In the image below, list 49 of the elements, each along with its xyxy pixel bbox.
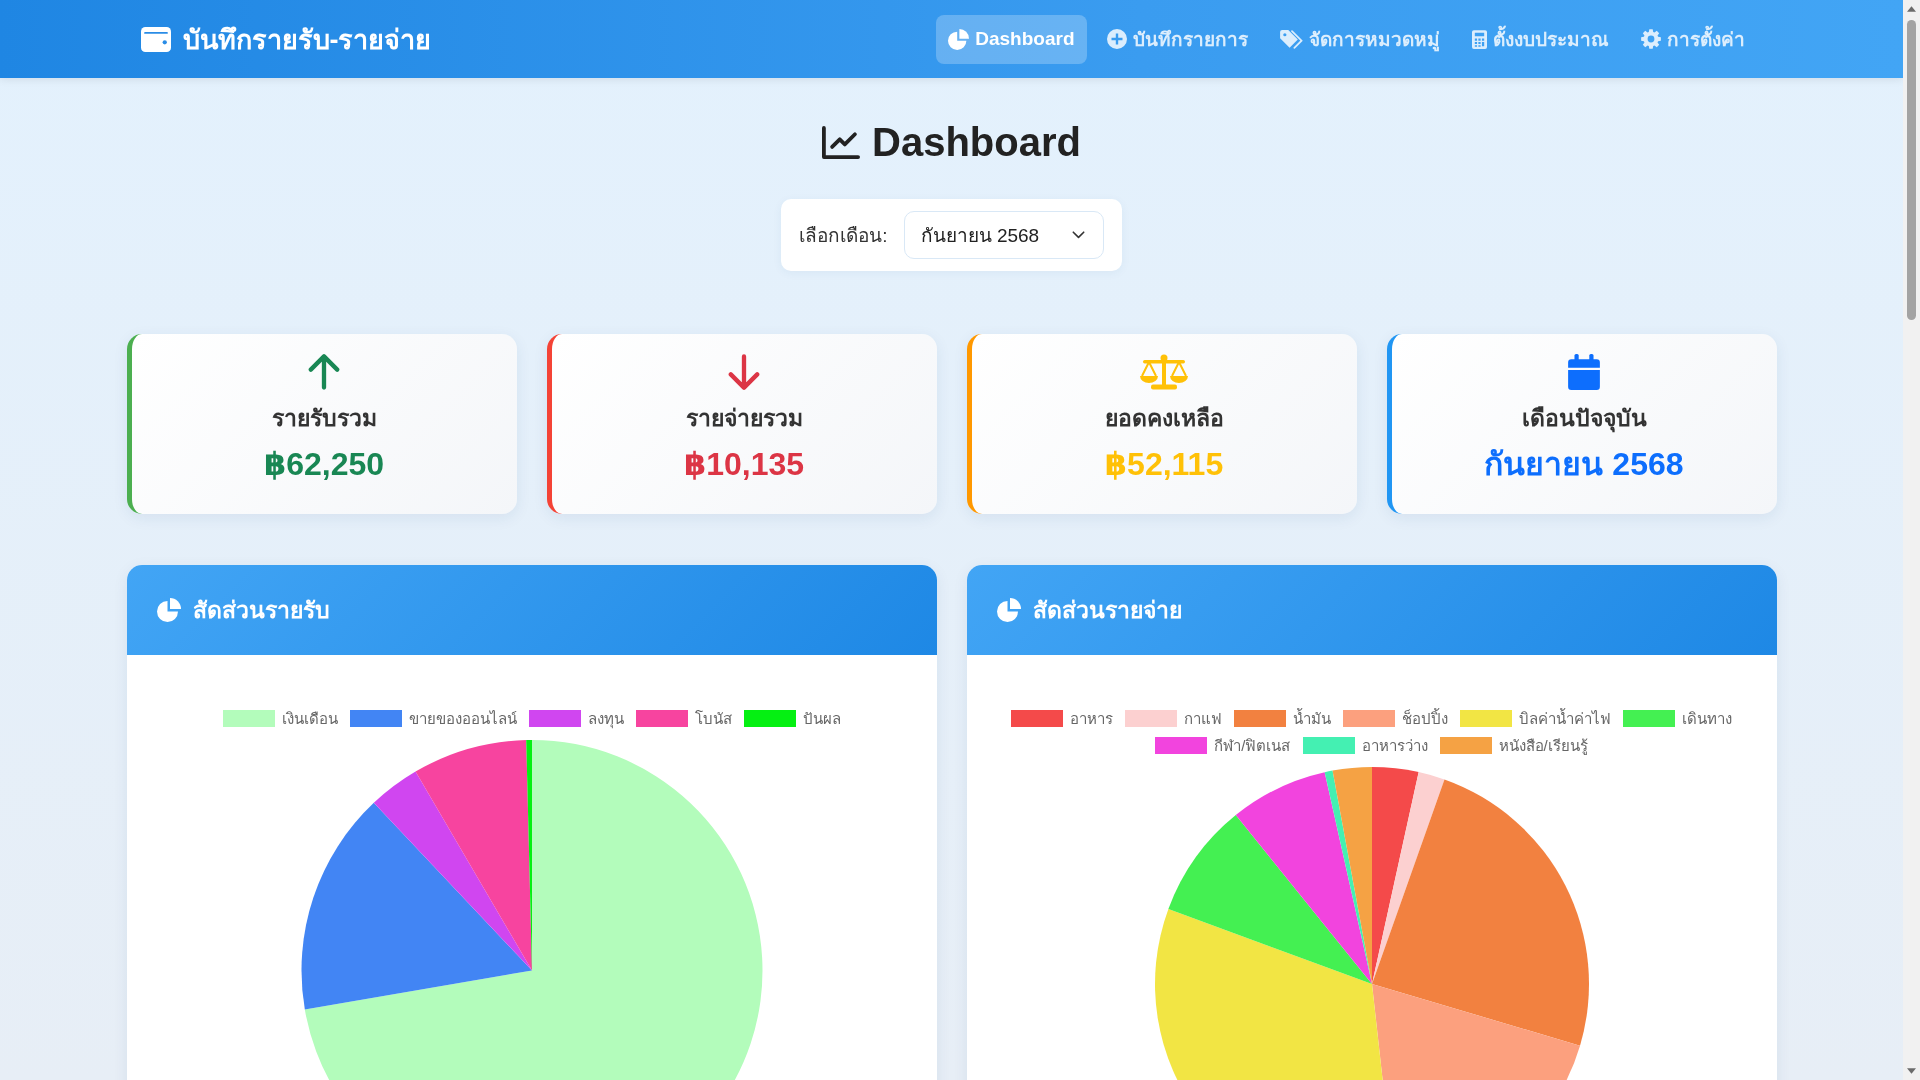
pie-chart-icon <box>996 598 1021 622</box>
card-title: เดือนปัจจุบัน <box>1521 404 1647 434</box>
pie-chart-icon <box>948 28 970 50</box>
legend-label: เงินเดือน <box>281 710 338 727</box>
month-select[interactable]: กันยายน 2568 <box>903 211 1104 259</box>
legend-label: หนังสือ/เรียนรู้ <box>1498 737 1588 754</box>
panel-title: สัดส่วนรายรับ <box>192 596 330 625</box>
legend-label: อาหารว่าง <box>1361 737 1428 754</box>
card-value: ฿10,135 <box>683 445 805 484</box>
legend-label: ปันผล <box>802 710 841 727</box>
settings-icon <box>1640 29 1661 49</box>
nav-link[interactable]: Dashboard <box>936 14 1087 64</box>
filter-label: เลือกเดือน: <box>799 224 888 248</box>
legend-label: น้ำมัน <box>1293 710 1331 727</box>
legend-label: อาหาร <box>1070 710 1113 727</box>
calendar-icon <box>1568 354 1600 390</box>
legend-label: กาแฟ <box>1184 710 1222 727</box>
panel-title: สัดส่วนรายจ่าย <box>1032 596 1182 625</box>
legend-label: เดินทาง <box>1682 710 1732 727</box>
line-chart-icon <box>822 125 861 159</box>
card-title: รายจ่ายรวม <box>685 404 803 433</box>
card-title: ยอดคงเหลือ <box>1104 404 1224 433</box>
legend-label: บิลค่าน้ำค่าไฟ <box>1519 710 1611 727</box>
up-arrow-icon[interactable] <box>1907 6 1916 12</box>
tags-icon <box>1279 29 1303 49</box>
nav-link[interactable]: บันทึกรายการ <box>1094 14 1260 64</box>
card-value: ฿62,250 <box>263 445 385 484</box>
card-title: รายรับรวม <box>271 404 377 433</box>
chevron-down-icon <box>1071 231 1085 239</box>
scrollbar-thumb[interactable] <box>1907 20 1916 320</box>
page-title: Dashboard <box>872 119 1081 166</box>
card-value: กันยายน 2568 <box>1484 445 1684 484</box>
legend-label: ขายของออนไลน์ <box>408 710 517 727</box>
card-value: ฿52,115 <box>1104 445 1224 484</box>
nav-link[interactable]: การตั้งค่า <box>1628 14 1757 64</box>
balance-scale-icon <box>1139 354 1189 390</box>
nav-link[interactable]: ตั้งงบประมาณ <box>1459 14 1621 64</box>
calculator-icon <box>1471 29 1487 49</box>
legend-label: ช็อปปิ้ง <box>1402 710 1448 727</box>
down-arrow-icon[interactable] <box>1907 1068 1916 1074</box>
arrow-down-icon <box>728 354 760 390</box>
nav-link[interactable]: จัดการหมวดหมู่ <box>1267 14 1452 64</box>
legend-label: โบนัส <box>694 710 732 727</box>
pie-chart-icon <box>156 598 181 622</box>
arrow-up-icon <box>308 354 340 390</box>
brand-link[interactable]: บันทึกรายรับ-รายจ่าย <box>140 17 432 61</box>
wallet-icon <box>140 26 171 52</box>
legend-label: กีฬา/ฟิตเนส <box>1214 737 1291 754</box>
legend-label: ลงทุน <box>587 710 624 727</box>
